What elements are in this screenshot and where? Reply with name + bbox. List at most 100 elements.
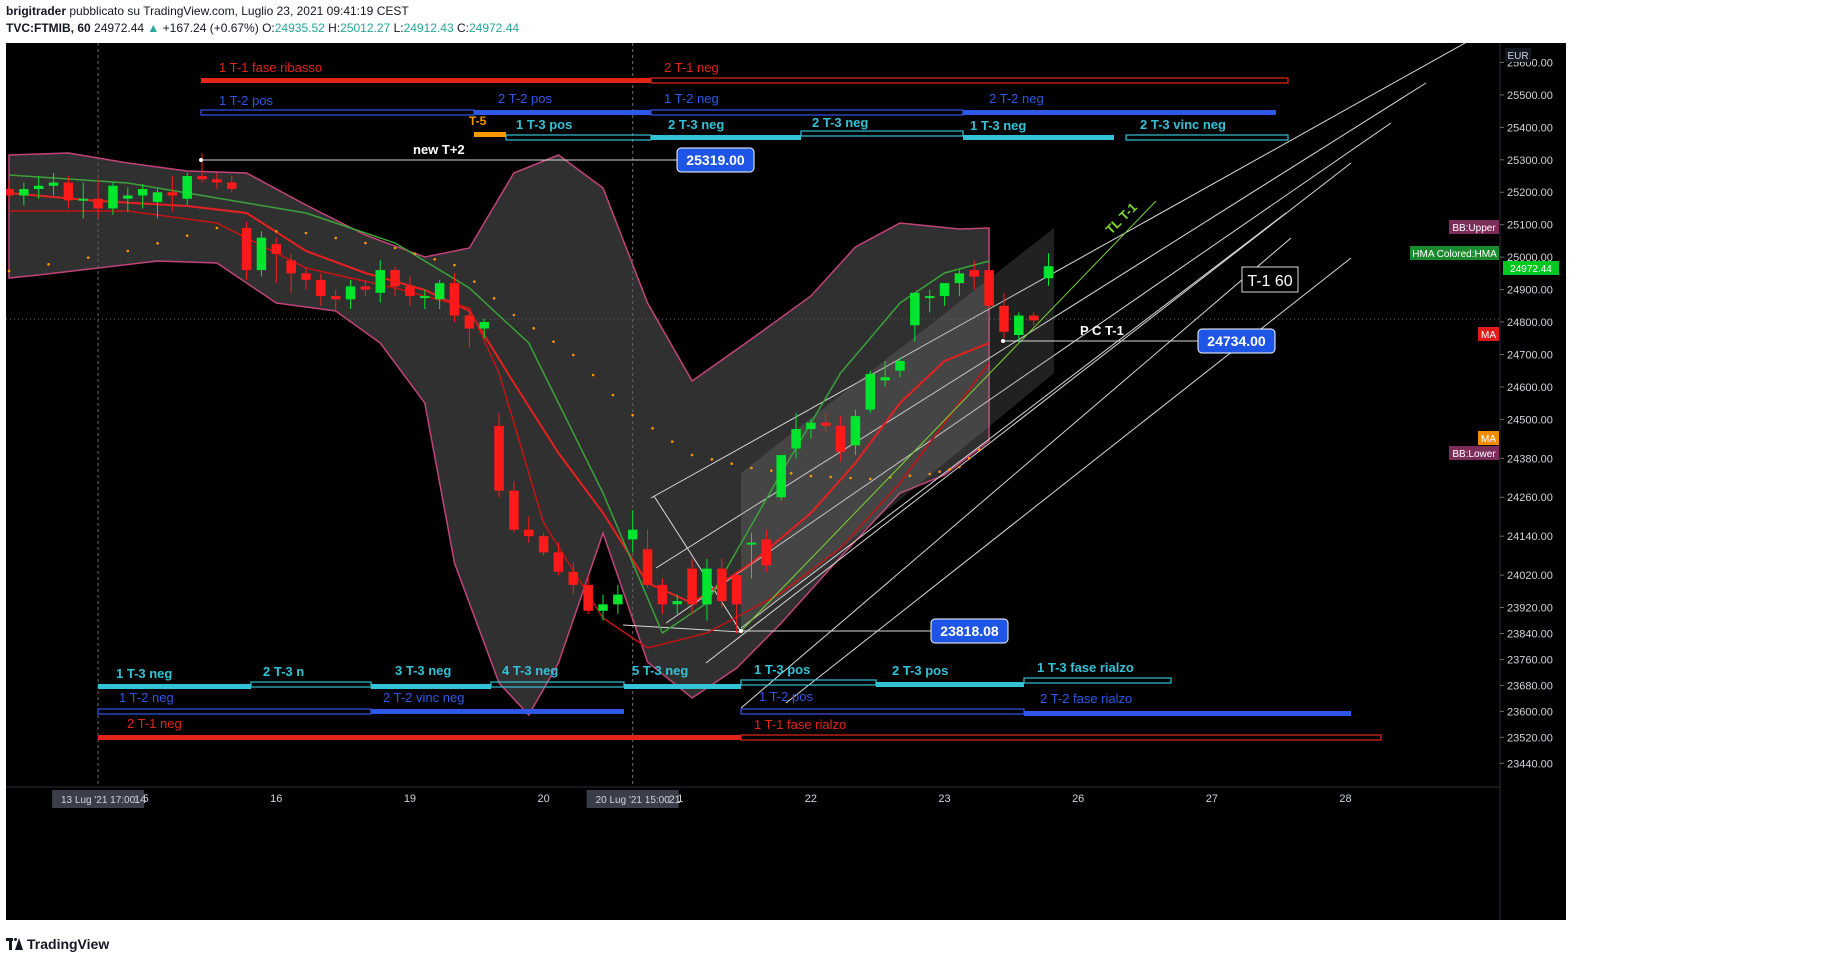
ma-dot xyxy=(433,258,437,261)
time-highlight-label: 20 Lug '21 15:00 xyxy=(596,795,671,806)
y-tick-label: 24020.00 xyxy=(1507,570,1553,582)
ma-dot xyxy=(453,263,456,267)
candle-body xyxy=(33,185,44,190)
candle-body xyxy=(821,422,831,426)
candle-body xyxy=(702,568,712,605)
right-tag-label: BB:Lower xyxy=(1452,449,1496,460)
time-highlight-tail: 14 xyxy=(134,794,146,806)
annotation-label: 1 T-1 fase rialzo xyxy=(754,717,846,732)
open-label: O: xyxy=(262,21,275,35)
candle-body xyxy=(182,176,192,199)
ma-dot xyxy=(849,476,852,480)
y-tick-label: 23600.00 xyxy=(1507,706,1553,718)
candle-body xyxy=(123,195,133,199)
chart-canvas[interactable]: 1 T-1 fase ribasso 2 T-1 neg 1 T-2 pos 2 T-… xyxy=(6,43,1566,920)
candle-body xyxy=(405,286,415,297)
ma-dot xyxy=(572,353,575,357)
y-tick-label: 24260.00 xyxy=(1507,492,1553,504)
candle-body xyxy=(449,283,460,316)
ma-dot xyxy=(730,462,733,465)
candle-body xyxy=(538,536,549,553)
price-callout-label: new T+2 xyxy=(413,142,465,157)
candle-body xyxy=(895,360,905,371)
candle-body xyxy=(212,179,222,183)
ma-dot xyxy=(275,230,278,233)
candle-body xyxy=(479,322,489,329)
candle-body xyxy=(256,237,267,271)
ma-dot xyxy=(7,269,11,273)
ma-dot xyxy=(86,256,90,259)
candle-body xyxy=(583,584,593,611)
candle-body xyxy=(746,542,757,545)
annotation-label: 2 T-3 pos xyxy=(892,663,948,678)
candle-body xyxy=(108,185,118,209)
ma-dot xyxy=(968,457,971,460)
ma-dot xyxy=(928,472,931,476)
right-tag-label: 24972.44 xyxy=(1510,264,1552,275)
candle-body xyxy=(999,305,1009,332)
annotation-label: 5 T-3 neg xyxy=(632,663,688,678)
annotation-bar-top xyxy=(201,78,651,83)
candle-body xyxy=(494,425,504,491)
footer-brand: TradingView xyxy=(6,935,109,953)
low-label: L: xyxy=(393,21,404,35)
candle-body xyxy=(137,189,148,196)
price-chart[interactable]: 1 T-1 fase ribasso 2 T-1 neg 1 T-2 pos 2 T-… xyxy=(6,43,1566,920)
right-tag-label: HMA Colored:HMA xyxy=(1412,249,1497,260)
candle-body xyxy=(598,604,608,611)
annotation-label: 1 T-3 neg xyxy=(116,666,172,681)
brand-name: TradingView xyxy=(27,936,110,952)
candle-body xyxy=(806,422,816,430)
symbol[interactable]: TVC:FTMIB, 60 xyxy=(6,21,91,35)
candle-body xyxy=(271,244,282,254)
candle-body xyxy=(568,571,579,585)
ma-dot xyxy=(977,448,981,451)
candle-body xyxy=(1014,315,1024,336)
y-tick-label: 23840.00 xyxy=(1507,629,1553,641)
right-tag-label: BB:Upper xyxy=(1452,223,1496,234)
candle-body xyxy=(375,270,385,293)
annotation-label: 2 T-1 neg xyxy=(664,60,719,75)
y-tick-label: 23520.00 xyxy=(1507,732,1553,744)
y-tick-label: 24600.00 xyxy=(1507,382,1553,394)
annotation-label: 1 T-2 pos xyxy=(219,93,273,108)
y-tick-label: 24800.00 xyxy=(1507,317,1553,329)
price-callout-value: 24734.00 xyxy=(1207,333,1266,349)
y-tick-label: 23760.00 xyxy=(1507,654,1553,666)
currency-label: EUR xyxy=(1507,51,1528,62)
candle-body xyxy=(880,377,890,381)
ma-dot xyxy=(770,469,773,472)
ma-dot xyxy=(304,231,308,235)
y-tick-label: 23440.00 xyxy=(1507,758,1553,770)
ma-dot xyxy=(47,263,50,266)
candle-body xyxy=(939,283,950,297)
y-tick-label: 25400.00 xyxy=(1507,122,1553,134)
tradingview-logo-icon xyxy=(6,938,23,950)
ma-dot xyxy=(690,453,694,457)
candle-body xyxy=(835,425,846,452)
ma-dot xyxy=(789,472,793,475)
y-tick-label: 23920.00 xyxy=(1507,603,1553,615)
x-tick-label: 19 xyxy=(404,793,416,805)
annotation-label: 1 T-3 neg xyxy=(970,118,1026,133)
candle-body xyxy=(78,198,88,201)
ma-dot xyxy=(948,468,951,471)
y-tick-label: 24380.00 xyxy=(1507,453,1553,465)
annotation-label: 1 T-3 fase rialzo xyxy=(1037,660,1134,675)
candle-body xyxy=(93,198,103,209)
annotation-bar-top xyxy=(963,110,1276,115)
y-tick-label: 24500.00 xyxy=(1507,414,1553,426)
candle-body xyxy=(63,182,74,201)
candle-body xyxy=(954,273,965,284)
candle-body xyxy=(657,584,668,605)
ma-dot xyxy=(334,236,338,240)
candle-body xyxy=(969,270,979,277)
ma-dot xyxy=(958,465,961,469)
publish-info: brigitrader pubblicato su TradingView.co… xyxy=(6,4,409,18)
candle-body xyxy=(642,549,653,585)
candle-body xyxy=(776,455,786,498)
annotation-bar-bottom xyxy=(98,735,741,740)
ma-dot xyxy=(156,242,159,245)
annotation-bar-top xyxy=(963,135,1114,140)
ma-dot xyxy=(869,477,872,481)
